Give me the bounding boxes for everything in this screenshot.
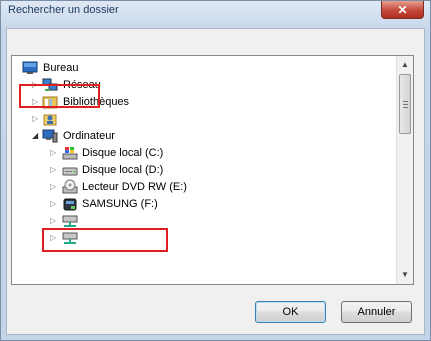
vertical-scrollbar[interactable]: ▲ ▼ [396,56,413,284]
cancel-button[interactable]: Annuler [341,301,412,323]
scroll-down-arrow-icon[interactable]: ▼ [399,269,411,281]
network-drive-icon [62,215,78,227]
tree-item-drive-f[interactable]: ▷ SAMSUNG (F:) [50,196,250,212]
hard-drive-icon [62,167,78,176]
tree-item-label: SAMSUNG (F:) [82,198,158,210]
tree-item-label: Lecteur DVD RW (E:) [82,181,187,193]
desktop-icon [22,61,38,74]
tree-item-drive-c[interactable]: ▷ Disque local (C:) [50,145,250,161]
highlight-box-samsung [42,228,168,252]
tree-item-label: Bureau [43,62,79,74]
folder-tree[interactable]: Bureau ▷ Réseau ▷ Bibliothèques ▷ ◢ Ordi… [11,55,414,285]
computer-icon [42,129,58,143]
tree-item-ordinateur[interactable]: ◢ Ordinateur [32,128,232,144]
tree-item-label: Ordinateur [63,130,115,142]
grip-line [403,104,408,105]
dialog-title: Rechercher un dossier [8,4,119,16]
tree-item-drive-d[interactable]: ▷ Disque local (D:) [50,162,250,178]
collapse-arrow-icon[interactable]: ◢ [32,128,41,144]
title-bar: Rechercher un dossier ✕ [1,1,430,27]
ok-button[interactable]: OK [255,301,326,323]
usb-drive-icon [63,198,77,211]
user-folder-icon [43,114,57,126]
expand-arrow-icon[interactable]: ▷ [32,111,41,127]
tree-item-network-drive[interactable]: ▷ [50,213,250,229]
browse-folder-dialog: Rechercher un dossier ✕ Bureau ▷ Réseau [0,0,431,341]
expand-arrow-icon[interactable]: ▷ [50,196,59,212]
tree-item-user-folder[interactable]: ▷ [32,111,232,127]
windows-drive-icon [62,147,78,160]
tree-item-drive-e[interactable]: ▷ Lecteur DVD RW (E:) [50,179,250,195]
scrollbar-thumb[interactable] [399,74,411,134]
tree-item-bureau[interactable]: Bureau [22,60,222,76]
expand-arrow-icon[interactable]: ▷ [50,213,59,229]
scroll-up-arrow-icon[interactable]: ▲ [399,59,411,71]
expand-arrow-icon[interactable]: ▷ [50,162,59,178]
dvd-drive-icon [62,179,78,194]
expand-arrow-icon[interactable]: ▷ [50,179,59,195]
grip-line [403,107,408,108]
grip-line [403,101,408,102]
tree-item-label: Disque local (D:) [82,164,164,176]
expand-arrow-icon[interactable]: ▷ [50,145,59,161]
tree-item-label: Disque local (C:) [82,147,164,159]
highlight-box-bureau [19,84,100,108]
close-button[interactable]: ✕ [381,1,424,19]
